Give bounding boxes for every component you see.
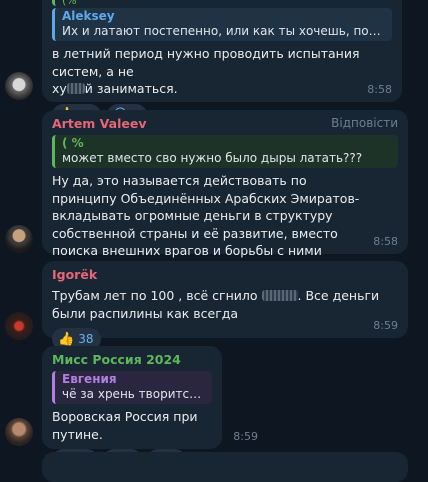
reply-quote[interactable]: Aleksey Их и латают постепенно, или как … — [52, 8, 392, 41]
quote-text: чё за хрень творится везд... — [62, 387, 204, 401]
timestamp: 8:58 — [367, 83, 392, 96]
reply-quote[interactable]: ( % может вместо сво нужно было дыры лат… — [52, 135, 398, 168]
avatar[interactable] — [5, 312, 33, 340]
message-bubble[interactable]: Igorёk Трубам лет по 100 , всё сгнило . … — [42, 261, 408, 350]
avatar[interactable] — [5, 72, 33, 100]
quote-author: Aleksey — [62, 9, 115, 23]
spoiler[interactable] — [261, 290, 298, 301]
message-bubble[interactable]: (% Aleksey Их и латают постепенно, или к… — [42, 0, 402, 126]
reply-quote[interactable]: Евгения чё за хрень творится везд... — [52, 371, 212, 404]
timestamp: 8:58 — [373, 235, 398, 248]
author-name[interactable]: Igorёk — [52, 267, 398, 283]
reply-button[interactable]: Відповісти — [331, 116, 398, 130]
message-bubble[interactable] — [42, 452, 408, 482]
quote-text: Их и латают постепенно, или как ты хочеш… — [62, 24, 384, 38]
quote-author: Евгения — [62, 372, 117, 386]
author-name[interactable]: Мисс Россия 2024 — [52, 352, 212, 368]
message-bubble[interactable]: Мисс Россия 2024 Евгения чё за хрень тво… — [42, 346, 258, 471]
message-text: в летний период нужно проводить испытани… — [52, 46, 360, 96]
thumbs-up-icon: 👍 — [58, 331, 75, 347]
top-quote-fragment: (% — [52, 0, 392, 6]
spoiler[interactable] — [66, 83, 85, 94]
message-text: Трубам лет по 100 , всё сгнило . Все ден… — [52, 288, 380, 321]
avatar[interactable] — [5, 225, 33, 253]
quote-author: ( % — [62, 136, 84, 150]
message-bubble[interactable]: Artem Valeev Відповісти ( % может вместо… — [42, 110, 408, 288]
quote-text: может вместо сво нужно было дыры латать?… — [62, 151, 363, 165]
avatar[interactable] — [5, 418, 33, 446]
message-text: Воровская Россия при путине. — [52, 409, 198, 442]
timestamp: 8:59 — [233, 430, 258, 443]
message-text: Ну да, это называется действовать по при… — [52, 173, 360, 258]
timestamp: 8:59 — [373, 319, 398, 332]
